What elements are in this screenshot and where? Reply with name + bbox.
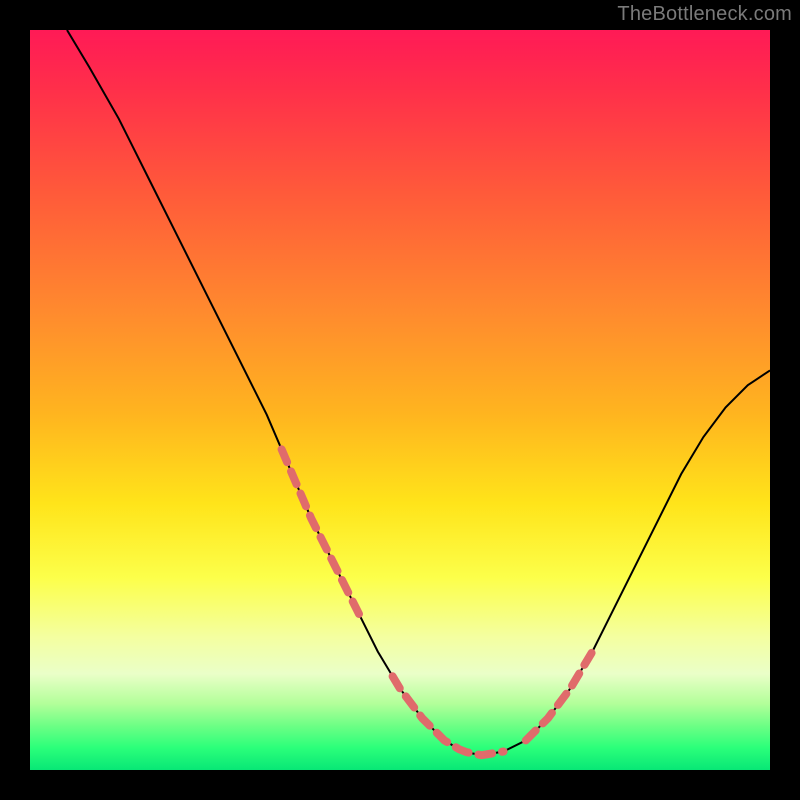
plot-area (30, 30, 770, 770)
curve-svg (30, 30, 770, 770)
bottleneck-curve (67, 30, 770, 755)
watermark-text: TheBottleneck.com (617, 3, 792, 26)
chart-frame: TheBottleneck.com (0, 0, 800, 800)
dashed-overlay-mid (393, 676, 504, 755)
dashed-overlay-right (526, 652, 593, 741)
